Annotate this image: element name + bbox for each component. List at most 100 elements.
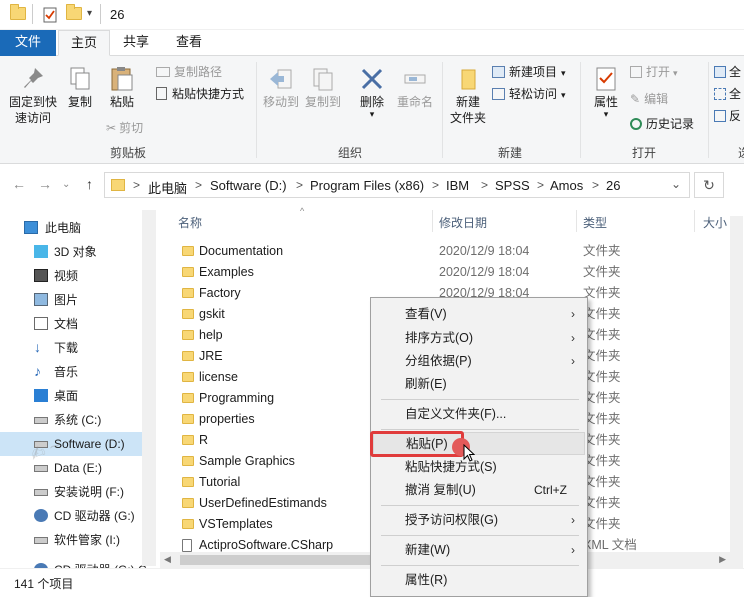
nav-item-3d-objects[interactable]: 3D 对象	[0, 240, 156, 264]
nav-item-cd-drive-g[interactable]: CD 驱动器 (G:)	[0, 504, 156, 528]
file-name: help	[199, 328, 223, 342]
breadcrumb-this-pc[interactable]: 此电脑	[148, 178, 187, 197]
column-header-size[interactable]: 大小	[703, 214, 727, 231]
new-folder-quick-icon[interactable]	[66, 4, 82, 21]
address-dropdown-icon[interactable]: ⌄	[671, 177, 681, 191]
folder-icon	[182, 288, 194, 298]
refresh-button[interactable]: ↻	[694, 172, 724, 198]
rename-button[interactable]: 重命名	[392, 66, 438, 110]
open-dropdown-icon: ▾	[673, 68, 678, 78]
nav-item-this-pc[interactable]: 此电脑	[0, 216, 156, 240]
nav-item-drive-f[interactable]: 安装说明 (F:)	[0, 480, 156, 504]
select-all-button[interactable]: 全	[714, 62, 741, 82]
menu-item-view[interactable]: 查看(V) ›	[373, 303, 585, 326]
nav-item-label: Data (E:)	[54, 461, 103, 475]
history-button[interactable]: 历史记录	[630, 114, 694, 134]
nav-item-pictures[interactable]: 图片	[0, 288, 156, 312]
menu-item-customize-folder[interactable]: 自定义文件夹(F)...	[373, 403, 585, 426]
breadcrumb-26[interactable]: 26	[606, 178, 620, 193]
menu-item-group-by[interactable]: 分组依据(P) ›	[373, 350, 585, 373]
folder-icon	[182, 498, 194, 508]
column-divider[interactable]	[694, 210, 695, 232]
menu-item-properties[interactable]: 属性(R)	[373, 569, 585, 592]
nav-item-label: 安装说明 (F:)	[54, 485, 124, 499]
folder-icon	[182, 351, 194, 361]
nav-item-label: CD 驱动器 (G:)	[54, 509, 135, 523]
breadcrumb-software-d[interactable]: Software (D:)	[210, 178, 287, 193]
cut-button[interactable]: ✂ 剪切	[106, 118, 143, 138]
back-arrow-icon[interactable]: ←	[12, 176, 26, 192]
forward-arrow-icon[interactable]: →	[38, 176, 52, 192]
tab-view[interactable]: 查看	[162, 30, 216, 56]
column-divider[interactable]	[432, 210, 433, 232]
recent-locations-icon[interactable]: ⌄	[62, 179, 70, 190]
breadcrumb-program-files[interactable]: Program Files (x86)	[310, 178, 424, 193]
menu-item-undo-copy[interactable]: 撤消 复制(U) Ctrl+Z	[373, 479, 585, 502]
scroll-right-icon[interactable]: ▶	[719, 554, 726, 565]
delete-button[interactable]: 删除 ▾	[352, 66, 392, 119]
nav-item-drive-e[interactable]: Data (E:)	[0, 456, 156, 480]
file-name: Factory	[199, 286, 241, 300]
properties-button[interactable]: 属性 ▾	[586, 66, 626, 119]
edit-button[interactable]: ✎ 编辑	[630, 89, 668, 109]
move-to-button[interactable]: 移动到	[260, 66, 302, 110]
column-header-date[interactable]: 修改日期	[439, 214, 487, 231]
column-header-type[interactable]: 类型	[583, 214, 607, 231]
column-divider[interactable]	[576, 210, 577, 232]
menu-item-label: 自定义文件夹(F)...	[405, 407, 507, 421]
file-name: license	[199, 370, 238, 384]
file-name: R	[199, 433, 209, 447]
menu-item-shortcut: Ctrl+Z	[534, 483, 567, 497]
tab-share[interactable]: 共享	[112, 30, 160, 56]
nav-item-video[interactable]: 视频	[0, 264, 156, 288]
breadcrumb-ibm[interactable]: IBM	[446, 178, 469, 193]
quick-access-dropdown-icon[interactable]: ▾	[87, 8, 92, 19]
copy-path-button[interactable]: 复制路径	[156, 62, 222, 82]
nav-pane-scrollbar[interactable]	[142, 210, 156, 566]
scroll-left-icon[interactable]: ◀	[164, 554, 171, 565]
column-header-name[interactable]: 名称	[178, 214, 202, 231]
menu-item-grant-access[interactable]: 授予访问权限(G) ›	[373, 509, 585, 532]
nav-item-drive-c[interactable]: 系统 (C:)	[0, 408, 156, 432]
new-item-button[interactable]: 新建项目 ▾	[492, 62, 566, 82]
nav-item-documents[interactable]: 文档	[0, 312, 156, 336]
nav-item-drive-i[interactable]: 软件管家 (I:)	[0, 528, 156, 552]
address-bar[interactable]: > 此电脑 > Software (D:) > Program Files (x…	[104, 172, 690, 198]
paste-button[interactable]: 粘贴	[102, 66, 142, 110]
paste-shortcut-button[interactable]: 粘贴快捷方式	[156, 84, 244, 104]
menu-item-new[interactable]: 新建(W) ›	[373, 539, 585, 562]
invert-selection-button[interactable]: 反	[714, 106, 741, 126]
menu-item-sort-by[interactable]: 排序方式(O) ›	[373, 327, 585, 350]
nav-item-desktop[interactable]: 桌面	[0, 384, 156, 408]
file-row[interactable]: Examples 2020/12/9 18:04 文件夹	[178, 262, 738, 283]
easy-access-button[interactable]: 轻松访问 ▾	[492, 84, 566, 104]
tab-file[interactable]: 文件	[0, 30, 56, 56]
breadcrumb-amos[interactable]: Amos	[550, 178, 583, 193]
nav-item-music[interactable]: ♪ 音乐	[0, 360, 156, 384]
invert-selection-label: 反	[729, 109, 742, 123]
properties-check-icon[interactable]	[42, 7, 58, 23]
menu-item-label: 排序方式(O)	[405, 331, 474, 345]
file-type: 文件夹	[583, 433, 621, 447]
file-list-vertical-scrollbar[interactable]	[730, 216, 743, 568]
nav-item-cd-drive-partial[interactable]: CD 驱动器 (G:) C	[0, 558, 156, 568]
nav-item-downloads[interactable]: ↓ 下载	[0, 336, 156, 360]
select-group-label: 选	[737, 146, 744, 160]
nav-item-drive-d[interactable]: Software (D:)	[0, 432, 156, 456]
menu-item-refresh[interactable]: 刷新(E)	[373, 373, 585, 396]
file-row[interactable]: Documentation 2020/12/9 18:04 文件夹	[178, 241, 738, 262]
select-none-button[interactable]: 全	[714, 84, 741, 104]
navigation-pane: 此电脑 3D 对象 视频 图片 文档 ↓ 下载 ♪ 音乐 桌面 系统 (C:) …	[0, 206, 158, 568]
breadcrumb-spss[interactable]: SPSS	[495, 178, 530, 193]
tab-home[interactable]: 主页	[58, 30, 110, 56]
up-arrow-icon[interactable]: ↑	[86, 176, 93, 192]
menu-separator	[381, 399, 579, 400]
new-folder-button[interactable]: 新建 文件夹	[446, 66, 490, 126]
copy-button[interactable]: 复制	[62, 66, 98, 110]
pin-quick-access-button[interactable]: 固定到快 速访问	[4, 66, 62, 126]
open-button[interactable]: 打开 ▾	[630, 62, 678, 82]
new-folder-icon	[461, 69, 476, 90]
item-count: 141 个项目	[14, 577, 74, 591]
copy-to-button[interactable]: 复制到	[302, 66, 344, 110]
menu-item-paste-shortcut[interactable]: 粘贴快捷方式(S)	[373, 456, 585, 479]
